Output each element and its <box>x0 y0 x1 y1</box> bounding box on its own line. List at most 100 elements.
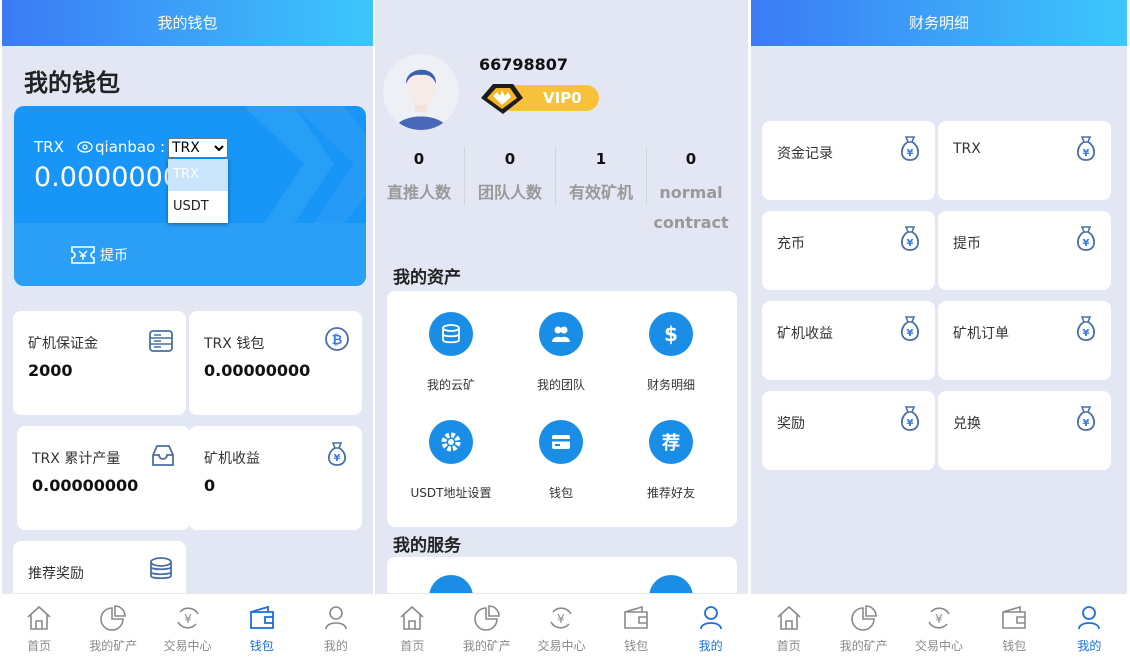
withdraw-button[interactable]: 提币 <box>70 245 128 265</box>
vip-badge <box>481 84 599 114</box>
home-icon <box>777 605 801 630</box>
asset-label: 钱包 <box>548 486 573 500</box>
finance-item[interactable]: 资金记录 ¥ <box>762 121 935 200</box>
metric-title: TRX 累计产量 <box>32 451 121 467</box>
asset-label: 推荐好友 <box>646 486 695 500</box>
tab-home[interactable]: 首页 <box>2 594 76 670</box>
profile-panel: 66798807 VIP0 0 直推人数 0 团队人数 1 有效矿机 0 normal … <box>375 0 748 670</box>
bottom-tabbar: 首页 我的矿产 ¥ 交易中心 钱包 我的 <box>2 593 373 670</box>
tab-label: 我的 <box>1077 639 1102 653</box>
wallet-header: 我的钱包 <box>2 0 373 46</box>
metric-card[interactable]: 矿机收益 0 ¥ <box>189 426 362 530</box>
svg-text:¥: ¥ <box>1083 328 1090 339</box>
tab-label: 我的矿产 <box>462 639 511 653</box>
asset-label: USDT地址设置 <box>410 486 492 500</box>
finance-item[interactable]: TRX ¥ <box>938 121 1111 200</box>
svg-text:₿: ₿ <box>332 333 343 348</box>
asset-finance-detail[interactable]: $ 财务明细 <box>616 312 726 393</box>
tab-label: 我的 <box>323 639 348 653</box>
tab-me[interactable]: 我的 <box>299 594 373 670</box>
dollar-icon: $ <box>664 322 678 346</box>
svg-text:$: $ <box>664 322 678 346</box>
coin-stack-icon <box>150 557 172 580</box>
stat-value: 0 <box>413 150 425 168</box>
stat-value: 0 <box>685 150 697 168</box>
tab-trade-center[interactable]: ¥ 交易中心 <box>524 594 599 670</box>
tab-trade-center[interactable]: ¥ 交易中心 <box>150 594 224 670</box>
finance-item[interactable]: 兑换 ¥ <box>938 391 1111 470</box>
metric-card[interactable]: TRX 累计产量 0.00000000 <box>17 426 190 530</box>
svg-text:¥: ¥ <box>907 418 914 429</box>
tab-trade-center[interactable]: ¥ 交易中心 <box>901 594 976 670</box>
ticket-icon <box>71 246 95 264</box>
assets-section-title: 我的资产 <box>393 268 461 288</box>
finance-item-label: 提币 <box>953 236 981 252</box>
finance-item[interactable]: 充币 ¥ <box>762 211 935 290</box>
eye-icon[interactable] <box>77 141 93 153</box>
stat-team[interactable]: 0 团队人数 <box>465 145 555 208</box>
tab-label: 我的矿产 <box>839 639 888 653</box>
asset-usdt-address[interactable]: USDT地址设置 <box>396 420 506 501</box>
wallet-panel: 我的钱包 我的钱包 TRX qianbao : 0.0000000 TRX TR… <box>2 0 373 670</box>
finance-item-label: 矿机收益 <box>777 326 833 342</box>
exchange-icon: ¥ <box>928 607 950 629</box>
exchange-icon: ¥ <box>550 607 573 629</box>
tab-me[interactable]: 我的 <box>673 594 748 670</box>
metric-value: 0.00000000 <box>32 476 139 495</box>
stat-label: normal contract <box>653 183 729 232</box>
card-icon <box>552 435 570 449</box>
finance-item[interactable]: 提币 ¥ <box>938 211 1111 290</box>
gear-icon <box>441 432 461 452</box>
money-bag-icon: ¥ <box>900 136 920 161</box>
tab-my-mining[interactable]: 我的矿产 <box>450 594 525 670</box>
dropdown-option[interactable]: TRX <box>168 159 228 191</box>
services-section-title: 我的服务 <box>393 536 461 556</box>
asset-recommend[interactable]: 荐推荐好友 <box>616 420 726 501</box>
svg-text:¥: ¥ <box>334 453 341 464</box>
metric-title: 推荐奖励 <box>28 566 84 582</box>
avatar[interactable] <box>383 54 459 130</box>
currency-select[interactable]: TRX <box>168 138 228 158</box>
metric-card[interactable]: TRX 钱包 0.00000000 ₿ <box>189 311 362 415</box>
svg-text:荐: 荐 <box>661 432 680 454</box>
tab-label: 交易中心 <box>537 639 586 653</box>
tab-label: 钱包 <box>1002 639 1027 653</box>
asset-label: 我的云矿 <box>426 378 475 392</box>
currency-dropdown: TRX USDT <box>168 159 228 223</box>
stat-normal-contract[interactable]: 0 normal contract <box>647 145 735 238</box>
stat-label: 直推人数 <box>386 183 451 202</box>
dropdown-option[interactable]: USDT <box>168 191 228 223</box>
tab-label: 我的 <box>698 639 723 653</box>
tab-home[interactable]: 首页 <box>375 594 450 670</box>
money-bag-icon: ¥ <box>327 442 347 466</box>
finance-item[interactable]: 矿机订单 ¥ <box>938 301 1111 380</box>
money-bag-icon: ¥ <box>900 226 920 251</box>
wallet-icon <box>624 605 648 629</box>
tab-me[interactable]: 我的 <box>1052 594 1127 670</box>
asset-my-team[interactable]: 我的团队 <box>506 312 616 393</box>
finance-item-label: 充币 <box>777 236 805 252</box>
asset-cloud-mine[interactable]: 我的云矿 <box>396 312 506 393</box>
asset-wallet[interactable]: 钱包 <box>506 420 616 501</box>
finance-item[interactable]: 奖励 ¥ <box>762 391 935 470</box>
tab-wallet[interactable]: 钱包 <box>225 594 299 670</box>
tab-my-mining[interactable]: 我的矿产 <box>76 594 150 670</box>
tab-my-mining[interactable]: 我的矿产 <box>826 594 901 670</box>
stat-active-miners[interactable]: 1 有效矿机 <box>556 145 646 208</box>
vip-label: VIP0 <box>543 89 582 107</box>
svg-text:¥: ¥ <box>907 328 914 339</box>
card-footer <box>14 223 366 286</box>
svg-text:¥: ¥ <box>907 238 914 249</box>
metric-title: 矿机收益 <box>204 451 260 467</box>
finance-item[interactable]: 矿机收益 ¥ <box>762 301 935 380</box>
tab-wallet[interactable]: 钱包 <box>599 594 674 670</box>
team-icon <box>552 326 570 342</box>
finance-item-label: TRX <box>953 141 981 157</box>
stat-value: 0 <box>504 150 516 168</box>
stat-direct[interactable]: 0 直推人数 <box>375 145 464 208</box>
tab-wallet[interactable]: 钱包 <box>977 594 1052 670</box>
money-bag-icon: ¥ <box>900 316 920 341</box>
metric-card[interactable]: 矿机保证金 2000 <box>13 311 186 415</box>
asset-label: 我的团队 <box>536 378 585 392</box>
tab-home[interactable]: 首页 <box>751 594 826 670</box>
